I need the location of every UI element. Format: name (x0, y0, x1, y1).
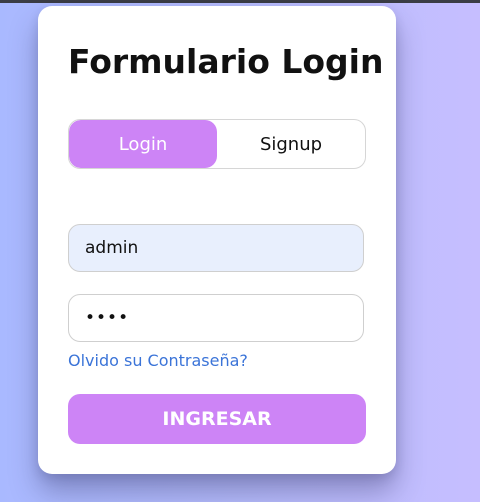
tab-signup[interactable]: Signup (217, 120, 365, 168)
login-card: Formulario Login Login Signup Olvido su … (38, 6, 396, 474)
username-input[interactable] (68, 224, 364, 272)
login-submit-button[interactable]: INGRESAR (68, 394, 366, 444)
form-title: Formulario Login (68, 42, 384, 81)
auth-tab-switcher: Login Signup (68, 119, 366, 169)
password-input[interactable] (68, 294, 364, 342)
forgot-password-link[interactable]: Olvido su Contraseña? (68, 351, 248, 370)
window-top-edge (0, 0, 480, 3)
tab-login[interactable]: Login (69, 120, 217, 168)
